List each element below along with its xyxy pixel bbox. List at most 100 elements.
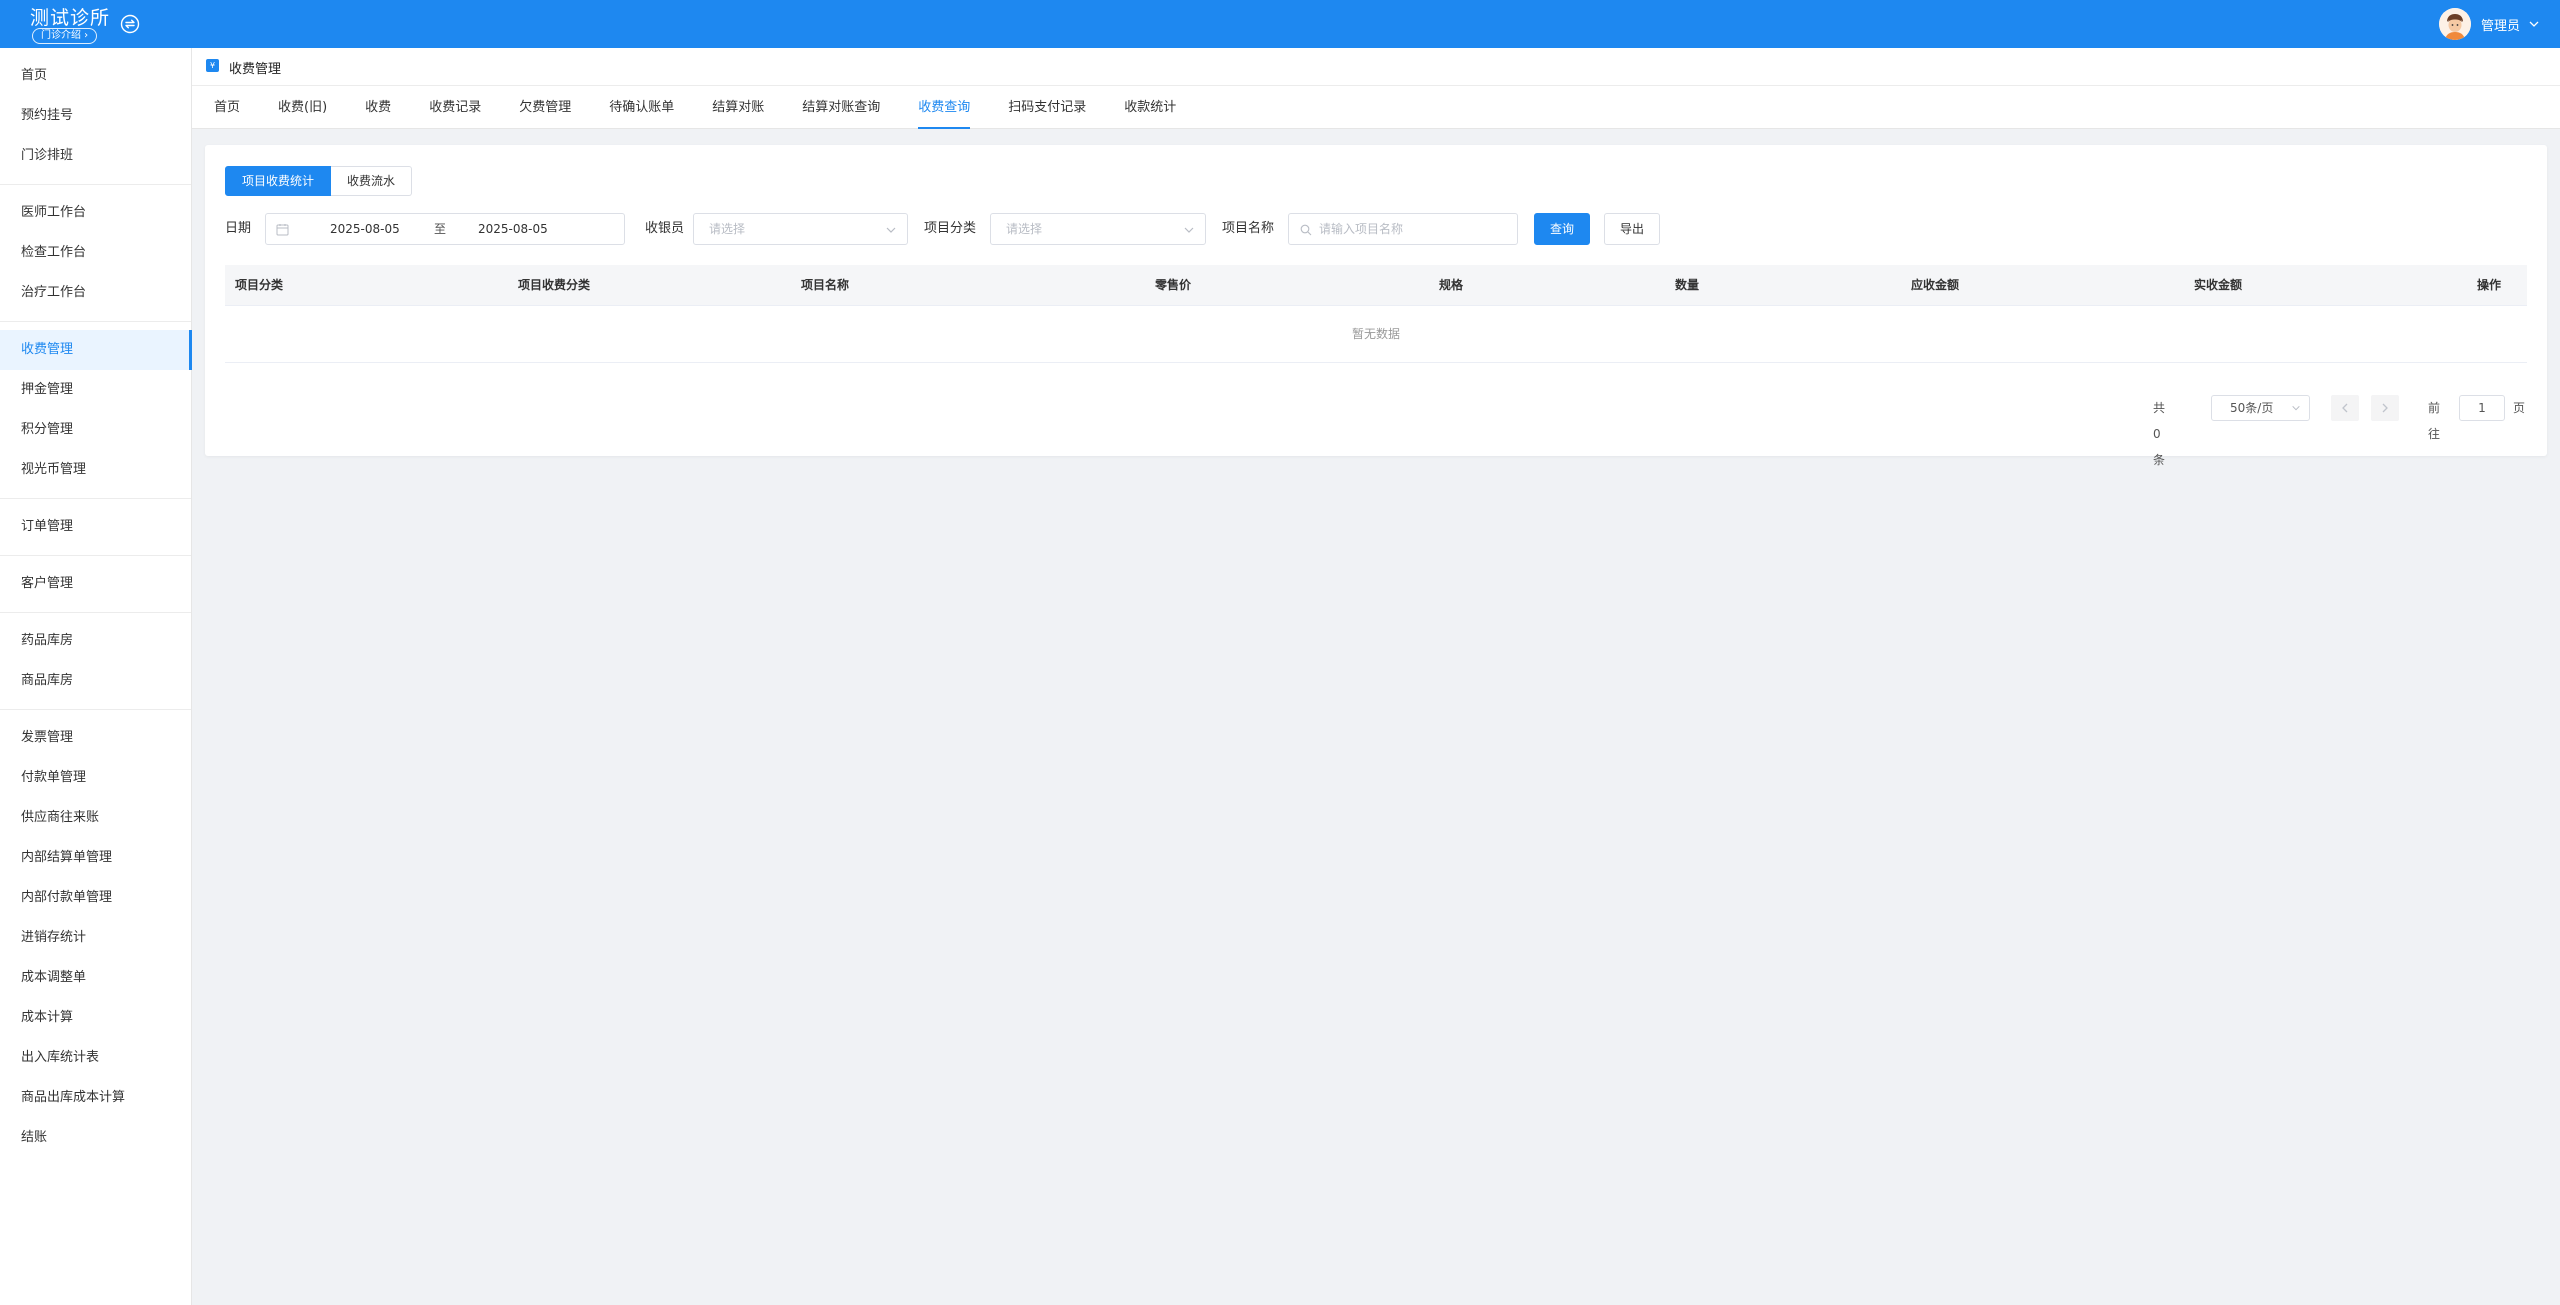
table-column-header: 实收金额: [2194, 278, 2243, 292]
view-switch: 项目收费统计 收费流水: [225, 166, 413, 196]
sidebar-item[interactable]: 出入库统计表: [0, 1038, 191, 1078]
tab-item-fee-stats[interactable]: 项目收费统计: [225, 166, 332, 196]
sidebar-item[interactable]: 内部结算单管理: [0, 838, 191, 878]
page-size-value: 50条/页: [2230, 401, 2274, 415]
tab-fee-flow[interactable]: 收费流水: [331, 166, 413, 196]
item-name-label: 项目名称: [1222, 221, 1275, 236]
sidebar-group: 订单管理: [0, 499, 191, 556]
sidebar-item[interactable]: 医师工作台: [0, 193, 191, 233]
chevron-down-icon[interactable]: [2528, 18, 2540, 30]
sidebar-group: 客户管理: [0, 556, 191, 613]
category-select[interactable]: 请选择: [990, 213, 1206, 245]
sidebar-item[interactable]: 首页: [0, 56, 191, 96]
avatar[interactable]: [2438, 8, 2471, 40]
cashier-label: 收银员: [645, 221, 685, 236]
category-label: 项目分类: [924, 221, 977, 236]
item-name-input[interactable]: 请输入项目名称: [1288, 213, 1518, 245]
filter-bar: 日期 2025-08-05 至 2025-08-05 收银员 请选择 项目分类 …: [225, 213, 2525, 245]
sidebar-group: 收费管理 押金管理 积分管理 视光币管理: [0, 322, 192, 499]
sidebar-item[interactable]: 药品库房: [0, 621, 191, 661]
sidebar-item[interactable]: 检查工作台: [0, 233, 191, 273]
switch-icon[interactable]: [120, 14, 140, 34]
user-name[interactable]: 管理员: [2481, 15, 2520, 34]
empty-state: 暂无数据: [225, 306, 2527, 363]
sidebar-item[interactable]: 治疗工作台: [0, 273, 191, 313]
sidebar-item[interactable]: 进销存统计: [0, 918, 191, 958]
tab-item[interactable]: 收费(旧): [278, 86, 327, 129]
sidebar-group: 首页 预约挂号 门诊排班: [0, 48, 191, 185]
sidebar-item[interactable]: 视光币管理: [0, 450, 191, 490]
sidebar-item[interactable]: 押金管理: [0, 370, 191, 410]
sidebar-item[interactable]: 积分管理: [0, 410, 191, 450]
cashier-placeholder: 请选择: [709, 222, 746, 236]
tab-item[interactable]: 收费: [365, 86, 391, 129]
table-header: 项目分类 项目收费分类 项目名称 零售价 规格 数量 应收金额 实收金额 操作: [225, 265, 2527, 306]
date-start[interactable]: 2025-08-05: [330, 214, 400, 244]
sidebar-item[interactable]: 门诊排班: [0, 136, 191, 176]
table-column-header: 应收金额: [1911, 278, 1960, 292]
sidebar-item[interactable]: 付款单管理: [0, 758, 191, 798]
sidebar-group: 医师工作台 检查工作台 治疗工作台: [0, 185, 191, 322]
total-count: 共 0 条: [2153, 401, 2166, 467]
sidebar-item[interactable]: 供应商往来账: [0, 798, 191, 838]
sidebar-item[interactable]: 客户管理: [0, 564, 191, 604]
table-column-header: 规格: [1439, 278, 1464, 292]
table-column-header: 操作: [2476, 278, 2501, 292]
tab-item[interactable]: 收费查询: [918, 86, 971, 129]
sidebar-item[interactable]: 成本计算: [0, 998, 191, 1038]
category-placeholder: 请选择: [1006, 222, 1043, 236]
goto-page-input[interactable]: 1: [2459, 395, 2505, 421]
sidebar-item[interactable]: 预约挂号: [0, 96, 191, 136]
table-column-header: 零售价: [1155, 278, 1192, 292]
chevron-down-icon: [2292, 405, 2300, 411]
sidebar-item[interactable]: 商品出库成本计算: [0, 1078, 191, 1118]
tab-bar: 首页 收费(旧) 收费 收费记录 欠费管理 待确认账单 结算对账 结算对账查询 收费查询 扫码支付…: [192, 86, 2560, 129]
user-menu[interactable]: 管理员: [2438, 8, 2540, 40]
tab-item[interactable]: 欠费管理: [519, 86, 571, 129]
tab-item[interactable]: 扫码支付记录: [1008, 86, 1086, 129]
sidebar-group: 药品库房 商品库房: [0, 613, 191, 710]
cashier-select[interactable]: 请选择: [693, 213, 908, 245]
export-button[interactable]: 导出: [1604, 213, 1660, 245]
clinic-name: 测试诊所: [30, 7, 111, 29]
sidebar-item[interactable]: 成本调整单: [0, 958, 191, 998]
fee-management-icon: ¥: [206, 59, 219, 72]
date-label: 日期: [225, 221, 252, 236]
chevron-left-icon: [2342, 403, 2348, 413]
tab-item[interactable]: 收费记录: [429, 86, 481, 129]
tab-item[interactable]: 首页: [214, 86, 240, 129]
table-column-header: 项目收费分类: [518, 278, 591, 292]
chevron-down-icon: [886, 227, 896, 233]
item-name-placeholder: 请输入项目名称: [1319, 222, 1404, 236]
prev-page-button[interactable]: [2331, 395, 2359, 421]
clinic-intro-tag[interactable]: 门诊介绍 ›: [32, 28, 98, 44]
search-icon: [1300, 224, 1312, 236]
tab-item[interactable]: 待确认账单: [609, 86, 674, 129]
sidebar-item[interactable]: 发票管理: [0, 718, 191, 758]
main-card: 项目收费统计 收费流水 日期 2025-08-05 至 2025-08-05 收…: [205, 145, 2547, 467]
chevron-down-icon: [1184, 227, 1194, 233]
sidebar-item[interactable]: 收费管理: [0, 330, 192, 370]
page-title: 收费管理: [229, 62, 282, 77]
next-page-button[interactable]: [2371, 395, 2399, 421]
sidebar-group: 发票管理 付款单管理 供应商往来账 内部结算单管理 内部付款单管理 进销存统计 成本调整单成…: [0, 710, 191, 1166]
sidebar-item[interactable]: 内部付款单管理: [0, 878, 191, 918]
top-header: 测试诊所 门诊介绍 › 管理员: [0, 0, 2560, 48]
table-column-header: 数量: [1675, 278, 1700, 292]
date-separator: 至: [434, 222, 447, 236]
query-button[interactable]: 查询: [1534, 213, 1590, 245]
sidebar-item[interactable]: 结账: [0, 1118, 191, 1158]
sidebar-item[interactable]: 商品库房: [0, 661, 191, 701]
tab-item[interactable]: 结算对账: [712, 86, 764, 129]
sidebar-item[interactable]: 订单管理: [0, 507, 191, 547]
date-range-picker[interactable]: 2025-08-05 至 2025-08-05: [265, 213, 625, 245]
table-column-header: 项目分类: [235, 278, 284, 292]
calendar-icon: [276, 224, 289, 236]
sidebar-nav: 首页 预约挂号 门诊排班 医师工作台 检查工作台 治疗工作台 收费管理 押金管理 积分管理 视光币…: [0, 48, 192, 1305]
chevron-right-icon: [2382, 403, 2388, 413]
tab-item[interactable]: 收款统计: [1124, 86, 1176, 129]
page-size-select[interactable]: 50条/页: [2211, 395, 2310, 421]
date-end[interactable]: 2025-08-05: [478, 214, 548, 244]
goto-label: 前往: [2428, 401, 2441, 441]
tab-item[interactable]: 结算对账查询: [802, 86, 880, 129]
